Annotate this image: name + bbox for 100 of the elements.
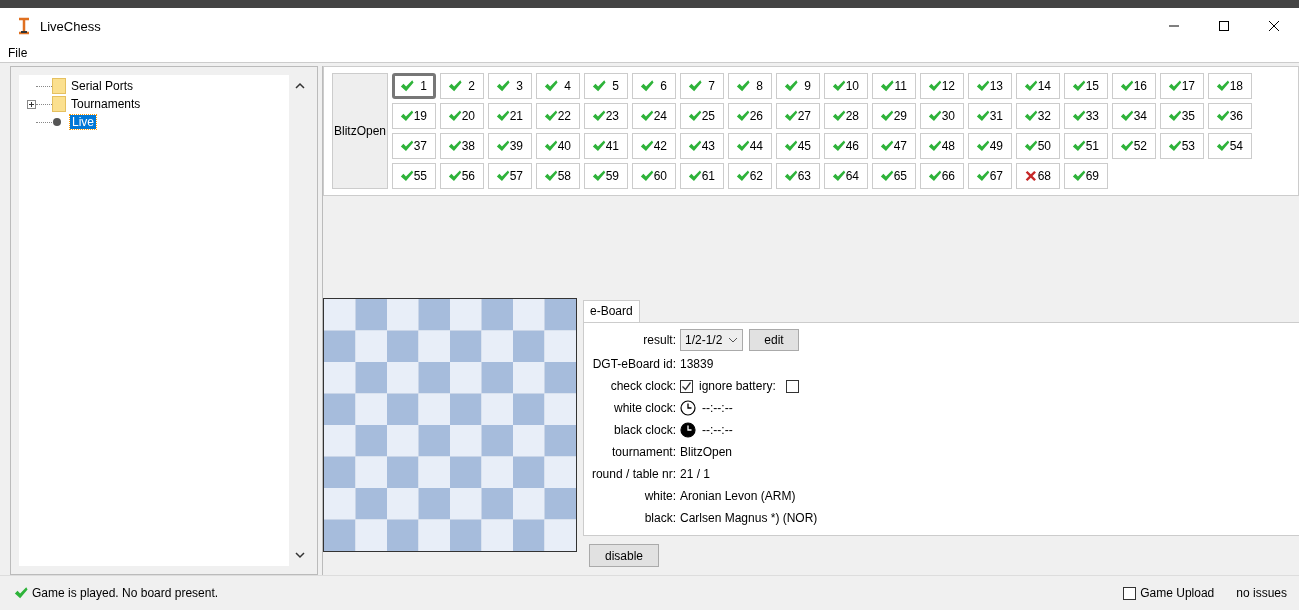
game-tile[interactable]: 27 (776, 103, 820, 129)
game-tile[interactable]: 7 (680, 73, 724, 99)
tree-item[interactable]: Live (70, 115, 96, 129)
game-tile[interactable]: 26 (728, 103, 772, 129)
game-tile[interactable]: 19 (392, 103, 436, 129)
game-tile[interactable]: 50 (1016, 133, 1060, 159)
game-tile[interactable]: 42 (632, 133, 676, 159)
game-tile[interactable]: 33 (1064, 103, 1108, 129)
game-tile[interactable]: 20 (440, 103, 484, 129)
checkbox[interactable] (1123, 586, 1137, 600)
game-tile[interactable]: 49 (968, 133, 1012, 159)
game-tile[interactable]: 35 (1160, 103, 1204, 129)
check-icon (14, 586, 28, 600)
game-tile[interactable]: 51 (1064, 133, 1108, 159)
game-tile[interactable]: 63 (776, 163, 820, 189)
check-icon (688, 139, 702, 153)
scroll-up-icon[interactable] (295, 81, 305, 91)
game-tile[interactable]: 9 (776, 73, 820, 99)
game-tile[interactable]: 25 (680, 103, 724, 129)
game-tile[interactable]: 58 (536, 163, 580, 189)
game-tile[interactable]: 36 (1208, 103, 1252, 129)
game-tile[interactable]: 3 (488, 73, 532, 99)
game-tile[interactable]: 67 (968, 163, 1012, 189)
check-icon (592, 79, 606, 93)
game-tile[interactable]: 8 (728, 73, 772, 99)
game-tile[interactable]: 66 (920, 163, 964, 189)
game-tile[interactable]: 28 (824, 103, 868, 129)
game-tile[interactable]: 21 (488, 103, 532, 129)
game-tile[interactable]: 10 (824, 73, 868, 99)
game-tile[interactable]: 13 (968, 73, 1012, 99)
game-tile[interactable]: 69 (1064, 163, 1108, 189)
tree-item[interactable]: Tournaments (69, 97, 143, 111)
tournament-label[interactable]: BlitzOpen (332, 73, 388, 189)
game-tile[interactable]: 57 (488, 163, 532, 189)
game-tile[interactable]: 60 (632, 163, 676, 189)
game-tile[interactable]: 59 (584, 163, 628, 189)
check-icon (928, 79, 942, 93)
game-tile[interactable]: 18 (1208, 73, 1252, 99)
game-tile[interactable]: 22 (536, 103, 580, 129)
check-icon (1216, 109, 1230, 123)
game-tile[interactable]: 68 (1016, 163, 1060, 189)
game-tile[interactable]: 41 (584, 133, 628, 159)
game-tile[interactable]: 12 (920, 73, 964, 99)
check-icon (784, 79, 798, 93)
checkbox[interactable] (680, 379, 693, 393)
game-tile[interactable]: 62 (728, 163, 772, 189)
edit-button[interactable]: edit (749, 329, 799, 351)
check-icon (880, 109, 894, 123)
game-tile[interactable]: 65 (872, 163, 916, 189)
game-tile[interactable]: 17 (1160, 73, 1204, 99)
game-tile[interactable]: 2 (440, 73, 484, 99)
game-tile[interactable]: 39 (488, 133, 532, 159)
game-tile[interactable]: 31 (968, 103, 1012, 129)
check-icon (496, 109, 510, 123)
check-icon (1072, 79, 1086, 93)
game-tile[interactable]: 1 (392, 73, 436, 99)
check-icon (400, 169, 414, 183)
game-tile[interactable]: 64 (824, 163, 868, 189)
game-tile[interactable]: 29 (872, 103, 916, 129)
game-tile[interactable]: 14 (1016, 73, 1060, 99)
game-tile[interactable]: 52 (1112, 133, 1156, 159)
game-tile[interactable]: 48 (920, 133, 964, 159)
game-tile[interactable]: 47 (872, 133, 916, 159)
result-dropdown[interactable]: 1/2-1/2 (680, 329, 744, 351)
check-icon (736, 139, 750, 153)
checkbox[interactable] (785, 379, 799, 393)
expander-icon[interactable] (27, 99, 36, 109)
game-tile[interactable]: 56 (440, 163, 484, 189)
check-icon (640, 109, 654, 123)
game-tile[interactable]: 37 (392, 133, 436, 159)
game-tile[interactable]: 6 (632, 73, 676, 99)
game-tile[interactable]: 4 (536, 73, 580, 99)
tree-item[interactable]: Serial Ports (69, 79, 136, 93)
menu-item[interactable]: File (8, 46, 28, 60)
game-tile[interactable]: 16 (1112, 73, 1156, 99)
game-tile[interactable]: 15 (1064, 73, 1108, 99)
game-tile[interactable]: 5 (584, 73, 628, 99)
game-tile[interactable]: 45 (776, 133, 820, 159)
disable-button[interactable]: disable (589, 544, 660, 567)
check-icon (736, 79, 750, 93)
game-tile[interactable]: 43 (680, 133, 724, 159)
game-tile[interactable]: 38 (440, 133, 484, 159)
check-icon (448, 109, 462, 123)
game-tile[interactable]: 46 (824, 133, 868, 159)
game-tile[interactable]: 11 (872, 73, 916, 99)
game-tile[interactable]: 55 (392, 163, 436, 189)
game-tile[interactable]: 23 (584, 103, 628, 129)
game-tile[interactable]: 53 (1160, 133, 1204, 159)
eboard-tab[interactable]: e-Board (583, 300, 640, 322)
game-tile[interactable]: 34 (1112, 103, 1156, 129)
field-value: Carlsen Magnus *) (NOR) (680, 511, 818, 525)
game-tile[interactable]: 32 (1016, 103, 1060, 129)
game-tile[interactable]: 30 (920, 103, 964, 129)
game-tile[interactable]: 54 (1208, 133, 1252, 159)
game-tile[interactable]: 24 (632, 103, 676, 129)
game-tile[interactable]: 40 (536, 133, 580, 159)
game-tile[interactable]: 44 (728, 133, 772, 159)
scroll-down-icon[interactable] (295, 550, 305, 560)
check-icon (544, 109, 558, 123)
game-tile[interactable]: 61 (680, 163, 724, 189)
